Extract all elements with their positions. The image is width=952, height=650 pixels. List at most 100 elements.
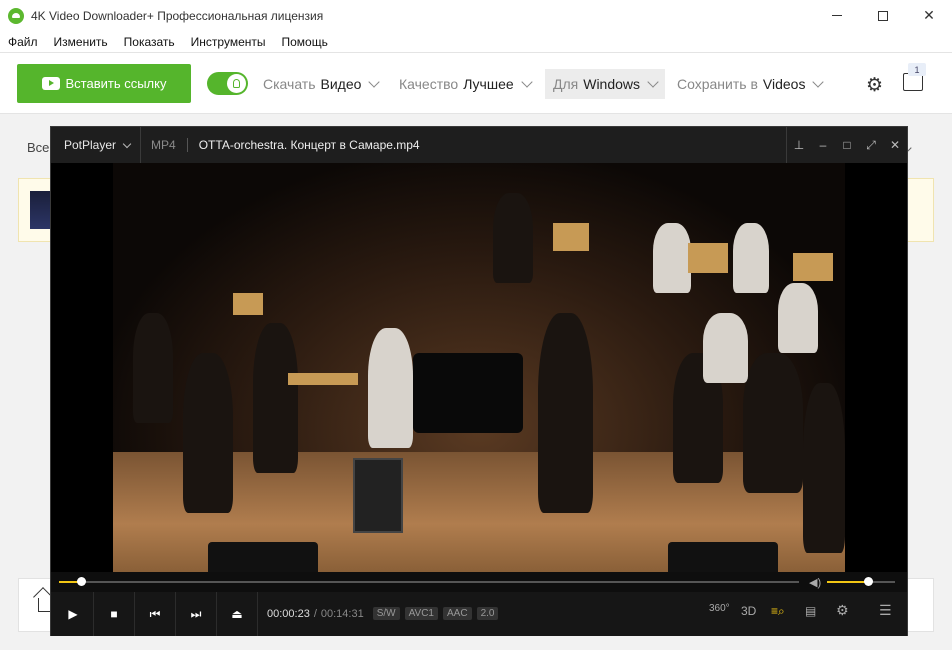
previous-button[interactable]: ⏮: [135, 592, 176, 636]
time-total: 00:14:31: [320, 607, 364, 620]
eject-button[interactable]: ⏏: [217, 592, 258, 636]
smart-mode-toggle[interactable]: [207, 72, 248, 95]
paste-link-label: Вставить ссылку: [65, 76, 167, 91]
potplayer-window: PotPlayer MP4 OTTA-orchestra. Концерт в …: [50, 126, 908, 636]
playlist-search-icon[interactable]: ≡⌕: [771, 604, 785, 619]
maximize-button[interactable]: [860, 0, 906, 31]
youtube-icon: [41, 77, 60, 90]
player-controls: ▶ ■ ⏮ ⏭ ⏏ 00:00:23 / 00:14:31 S/W AVC1 A…: [51, 592, 907, 636]
amplifier: [353, 458, 403, 533]
player-brand-label: PotPlayer: [64, 138, 117, 152]
chapter-list-icon[interactable]: ▤: [805, 604, 816, 618]
window-title: 4K Video Downloader+ Профессиональная ли…: [31, 8, 324, 23]
time-current: 00:00:23: [267, 607, 310, 620]
menu-edit[interactable]: Изменить: [46, 35, 116, 49]
musician: [493, 193, 533, 283]
grand-piano: [413, 353, 523, 433]
stop-button[interactable]: ■: [94, 592, 135, 636]
minimize-icon: [832, 15, 842, 16]
time-display: 00:00:23 / 00:14:31 S/W AVC1 AAC 2.0: [267, 607, 499, 620]
volume-slider[interactable]: [827, 577, 895, 586]
platform-label: Для: [553, 76, 579, 92]
download-type-value: Видео: [320, 76, 362, 92]
skip-previous-icon: ⏮: [149, 606, 161, 621]
divider: [186, 138, 188, 152]
file-name: OTTA-orchestra. Концерт в Самаре.mp4: [198, 138, 420, 152]
stage-monitor: [208, 542, 318, 572]
volume-level: [827, 581, 868, 583]
subscriptions-badge: 1: [908, 63, 926, 76]
music-stand: [233, 293, 263, 315]
volume-handle[interactable]: [863, 577, 873, 586]
quality-label: Качество: [399, 76, 459, 92]
tag-video-codec[interactable]: AVC1: [404, 607, 438, 620]
pin-icon[interactable]: ⊥: [787, 127, 811, 163]
maximize-icon: [878, 10, 888, 21]
chevron-down-icon: [122, 139, 132, 148]
tag-audio-codec[interactable]: AAC: [443, 607, 472, 620]
minimize-icon[interactable]: –: [811, 127, 835, 163]
play-button[interactable]: ▶: [53, 592, 94, 636]
stop-icon: ■: [110, 607, 118, 621]
fullscreen-icon[interactable]: ⤢: [859, 127, 883, 163]
player-window-controls: ⊥ – □ ⤢ ✕: [786, 127, 907, 163]
eject-icon: ⏏: [231, 607, 243, 621]
play-icon: ▶: [68, 607, 78, 621]
maximize-icon[interactable]: □: [835, 127, 859, 163]
app-logo-icon: [8, 7, 24, 24]
volume-icon[interactable]: ◀): [809, 576, 821, 589]
lightbulb-icon: [233, 79, 240, 88]
music-stand: [553, 223, 589, 251]
menu-tools[interactable]: Инструменты: [183, 35, 274, 49]
musician: [133, 313, 173, 423]
save-location-label: Сохранить в: [677, 76, 758, 92]
menu-help[interactable]: Помощь: [274, 35, 336, 49]
download-type-select[interactable]: Скачать Видео: [263, 72, 381, 96]
musician: [778, 283, 818, 353]
settings-gear-icon[interactable]: ⚙: [866, 74, 883, 97]
toolbar: Вставить ссылку Скачать Видео Качество Л…: [0, 52, 952, 114]
tag-sw[interactable]: S/W: [372, 607, 400, 620]
paste-link-button[interactable]: Вставить ссылку: [17, 64, 191, 103]
3d-icon[interactable]: 3D: [741, 604, 756, 618]
chevron-down-icon: [368, 76, 381, 88]
next-button[interactable]: ⏭: [176, 592, 217, 636]
video-frame[interactable]: [113, 163, 845, 572]
list-filter-header[interactable]: Все: [27, 140, 49, 155]
musician: [538, 313, 593, 513]
settings-icon[interactable]: ⚙: [836, 602, 849, 619]
platform-value: Windows: [583, 76, 641, 92]
skip-next-icon: ⏭: [190, 606, 202, 621]
title-bar: 4K Video Downloader+ Профессиональная ли…: [0, 0, 952, 31]
save-location-select[interactable]: Сохранить в Videos: [677, 72, 825, 96]
platform-select[interactable]: Для Windows: [545, 69, 666, 99]
close-button[interactable]: ✕: [906, 0, 952, 31]
chevron-down-icon: [647, 76, 659, 88]
musician: [653, 223, 691, 293]
menu-icon[interactable]: ☰: [879, 602, 892, 619]
seek-bar[interactable]: [59, 577, 799, 586]
music-stand: [688, 243, 728, 273]
menu-bar: Файл Изменить Показать Инструменты Помощ…: [0, 31, 952, 52]
potplayer-menu-button[interactable]: PotPlayer: [51, 127, 142, 163]
minimize-button[interactable]: [814, 0, 860, 31]
tag-channels[interactable]: 2.0: [476, 607, 499, 620]
time-separator: /: [313, 607, 317, 620]
music-stand: [793, 253, 833, 281]
stage-monitor: [668, 542, 778, 572]
close-icon[interactable]: ✕: [883, 127, 907, 163]
musician: [743, 353, 803, 493]
player-title-bar: PotPlayer MP4 OTTA-orchestra. Концерт в …: [51, 127, 907, 163]
chevron-down-icon: [520, 76, 533, 88]
menu-view[interactable]: Показать: [116, 35, 183, 49]
menu-file[interactable]: Файл: [0, 35, 46, 49]
seek-row: ◀): [51, 572, 907, 592]
toggle-knob: [227, 74, 246, 93]
quality-value: Лучшее: [463, 76, 514, 92]
seek-handle[interactable]: [77, 577, 87, 586]
quality-select[interactable]: Качество Лучшее: [399, 72, 533, 96]
pianist: [368, 328, 413, 448]
musician: [703, 313, 748, 383]
app-window: 4K Video Downloader+ Профессиональная ли…: [0, 0, 952, 650]
vr-360-icon[interactable]: 360°: [709, 603, 730, 614]
